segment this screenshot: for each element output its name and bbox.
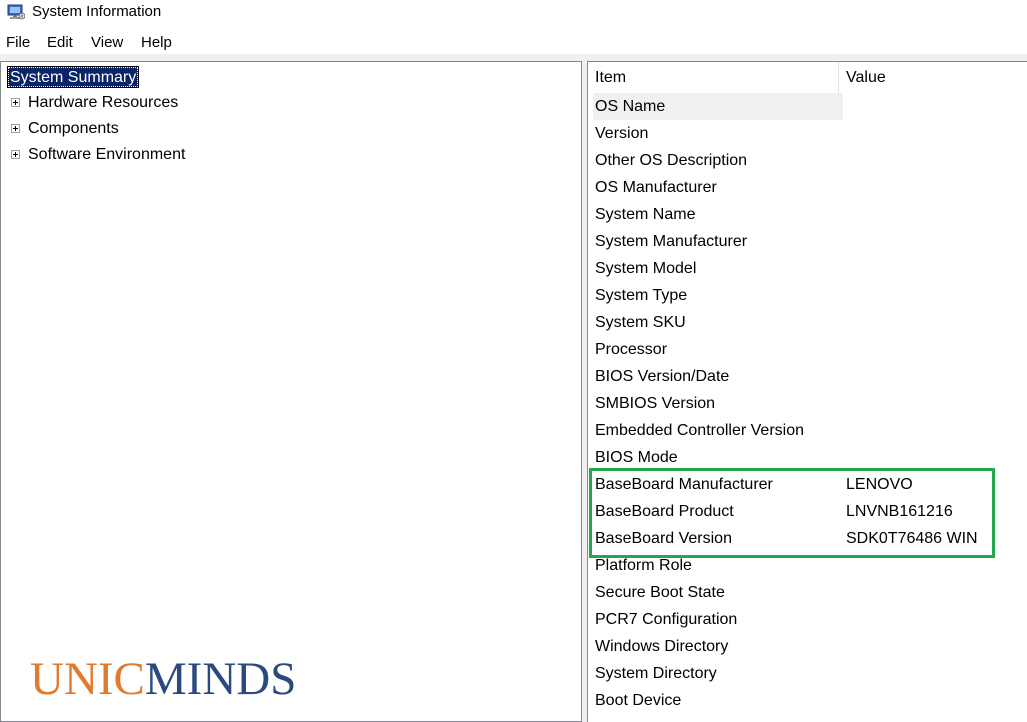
table-row[interactable]: BaseBoard Manufacturer LENOVO: [588, 471, 1027, 498]
table-row[interactable]: BIOS Version/Date: [588, 363, 1027, 390]
window-title: System Information: [32, 3, 162, 20]
table-row[interactable]: OS Name: [588, 93, 1027, 120]
cell-item: Platform Role: [595, 557, 692, 574]
cell-value: SDK0T76486 WIN: [846, 530, 978, 547]
table-row[interactable]: System Name: [588, 201, 1027, 228]
cell-item: PCR7 Configuration: [595, 611, 738, 628]
expand-icon[interactable]: [11, 150, 20, 159]
cell-item: System SKU: [595, 314, 686, 331]
column-header-value[interactable]: Value: [840, 62, 1027, 93]
table-row[interactable]: System SKU: [588, 309, 1027, 336]
table-row[interactable]: Version: [588, 120, 1027, 147]
table-row[interactable]: BaseBoard Product LNVNB161216: [588, 498, 1027, 525]
cell-item: BaseBoard Version: [595, 530, 732, 547]
table-row[interactable]: Embedded Controller Version: [588, 417, 1027, 444]
table-row[interactable]: Other OS Description: [588, 147, 1027, 174]
table-row[interactable]: Boot Device: [588, 687, 1027, 714]
cell-item: OS Manufacturer: [595, 179, 717, 196]
table-row[interactable]: Secure Boot State: [588, 579, 1027, 606]
tree-item-label: Hardware Resources: [28, 94, 179, 111]
expand-icon[interactable]: [11, 124, 20, 133]
cell-item: BIOS Version/Date: [595, 368, 730, 385]
cell-item: Version: [595, 125, 649, 142]
logo-part-unic: UNIC: [30, 653, 145, 705]
cell-item: BIOS Mode: [595, 449, 678, 466]
table-row[interactable]: System Type: [588, 282, 1027, 309]
cell-item: System Model: [595, 260, 697, 277]
cell-item: Processor: [595, 341, 668, 358]
cell-item: System Directory: [595, 665, 717, 682]
details-rows: OS Name Version Other OS Description OS Man…: [588, 93, 1027, 714]
menu-edit[interactable]: Edit: [47, 34, 73, 51]
table-row[interactable]: BaseBoard Version SDK0T76486 WIN: [588, 525, 1027, 552]
column-header-item[interactable]: Item: [588, 62, 839, 93]
cell-item: Boot Device: [595, 692, 682, 709]
table-row[interactable]: Platform Role: [588, 552, 1027, 579]
category-tree[interactable]: System Summary Hardware Resources Compon…: [0, 61, 582, 722]
cell-item: System Manufacturer: [595, 233, 748, 250]
tree-item-system-summary[interactable]: System Summary: [7, 66, 140, 88]
cell-item: Windows Directory: [595, 638, 729, 655]
unicminds-logo: UNICMINDS: [30, 651, 296, 707]
tree-item-label: Software Environment: [28, 146, 186, 163]
menu-view[interactable]: View: [91, 34, 123, 51]
table-row[interactable]: OS Manufacturer: [588, 174, 1027, 201]
menu-help[interactable]: Help: [141, 34, 172, 51]
cell-item: Embedded Controller Version: [595, 422, 805, 439]
details-list[interactable]: Item Value OS Name Version Other OS Descri…: [587, 61, 1027, 722]
cell-item: Other OS Description: [595, 152, 748, 169]
table-row[interactable]: System Directory: [588, 660, 1027, 687]
menu-bar: File Edit View Help: [0, 30, 1027, 54]
table-row[interactable]: Windows Directory: [588, 633, 1027, 660]
table-row[interactable]: SMBIOS Version: [588, 390, 1027, 417]
title-bar: System Information: [0, 0, 1027, 26]
cell-item: System Type: [595, 287, 688, 304]
tree-item-label: Components: [28, 120, 119, 137]
table-row[interactable]: PCR7 Configuration: [588, 606, 1027, 633]
table-row[interactable]: System Model: [588, 255, 1027, 282]
cell-item: Secure Boot State: [595, 584, 725, 601]
cell-value: LENOVO: [846, 476, 913, 493]
cell-item: BaseBoard Product: [595, 503, 734, 520]
menu-file[interactable]: File: [6, 34, 30, 51]
table-row[interactable]: BIOS Mode: [588, 444, 1027, 471]
system-information-icon: [7, 4, 25, 20]
cell-value: LNVNB161216: [846, 503, 953, 520]
table-row[interactable]: Processor: [588, 336, 1027, 363]
cell-item: OS Name: [595, 98, 666, 115]
cell-item: BaseBoard Manufacturer: [595, 476, 773, 493]
logo-part-minds: MINDS: [144, 653, 297, 705]
expand-icon[interactable]: [11, 98, 20, 107]
cell-item: SMBIOS Version: [595, 395, 716, 412]
table-row[interactable]: System Manufacturer: [588, 228, 1027, 255]
cell-item: System Name: [595, 206, 696, 223]
